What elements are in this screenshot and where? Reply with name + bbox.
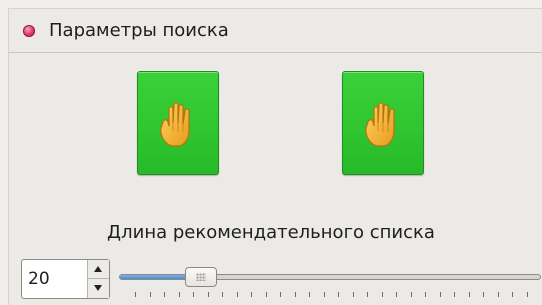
stop-button-left[interactable] — [137, 71, 219, 175]
slider-tick — [439, 292, 441, 297]
arrow-down-icon — [94, 285, 102, 291]
slider-ticks — [119, 292, 541, 298]
slider-tick — [294, 292, 296, 297]
hand-icon — [365, 102, 395, 147]
grip-icon — [196, 273, 206, 281]
slider-tick — [135, 292, 136, 297]
panel-title: Параметры поиска — [49, 20, 229, 41]
slider-tick — [265, 292, 267, 297]
slider-tick — [381, 292, 383, 297]
slider-tick — [164, 292, 166, 297]
recommendation-length-label: Длина рекомендательного списка — [107, 222, 435, 243]
slider-tick — [338, 292, 340, 297]
slider-tick — [497, 292, 499, 297]
panel-header[interactable]: Параметры поиска — [9, 9, 542, 53]
slider-tick — [251, 292, 253, 297]
slider-tick — [410, 292, 412, 297]
slider-tick — [207, 292, 209, 297]
slider-tick — [236, 292, 238, 297]
arrow-up-icon — [94, 266, 102, 272]
stop-button-right[interactable] — [342, 71, 424, 175]
slider-tick — [425, 292, 427, 297]
spin-up-button[interactable] — [88, 260, 109, 279]
slider-tick — [468, 292, 470, 297]
slider-track[interactable] — [119, 274, 541, 280]
slider-tick — [222, 292, 224, 297]
slider-tick — [352, 292, 354, 297]
slider-tick — [454, 292, 456, 297]
spinbox-buttons — [87, 260, 109, 298]
slider-tick — [309, 292, 311, 297]
search-parameters-panel: Параметры поиска Длина рекомендательного… — [8, 8, 542, 305]
slider-tick — [367, 292, 369, 297]
spinbox-value[interactable]: 20 — [28, 268, 50, 290]
slider-tick — [149, 292, 151, 297]
slider-tick — [512, 292, 514, 297]
recommendation-length-slider[interactable] — [119, 265, 542, 303]
slider-handle[interactable] — [185, 267, 217, 287]
spin-down-button[interactable] — [88, 279, 109, 298]
slider-tick — [193, 292, 195, 297]
slider-fill — [120, 275, 190, 279]
hand-icon — [160, 102, 190, 147]
slider-tick — [527, 292, 528, 297]
slider-tick — [280, 292, 282, 297]
slider-tick — [323, 292, 325, 297]
recommendation-length-spinbox[interactable]: 20 — [21, 259, 110, 299]
slider-tick — [178, 292, 180, 297]
slider-tick — [483, 292, 485, 297]
slider-tick — [396, 292, 398, 297]
pink-bullet-icon — [23, 25, 35, 37]
